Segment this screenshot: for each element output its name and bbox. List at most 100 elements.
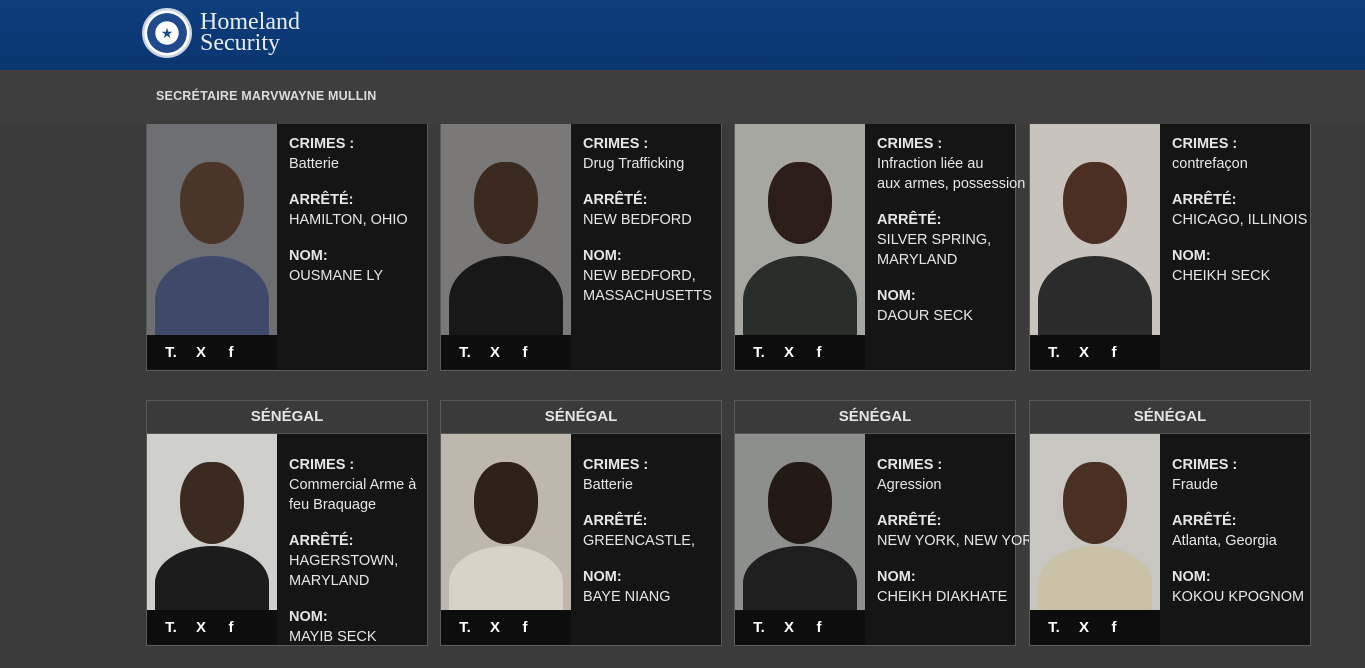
x-icon[interactable]: X (193, 344, 209, 361)
suspect-card: T. Xf CRIMES : Drug Trafficking ARRÊTÉ: NEW B… (440, 124, 722, 371)
arrested-value: CHICAGO, ILLINOIS (1172, 210, 1310, 230)
suspect-card: T. Xf CRIMES : Batterie ARRÊTÉ: HAMILTON, OHI… (146, 124, 428, 371)
suspect-card: SÉNÉGAL T. Xf CRIMES : Batterie ARRÊTÉ: GREENC… (440, 400, 722, 646)
x-icon[interactable]: X (487, 619, 503, 636)
suspect-info: CRIMES : Batterie ARRÊTÉ: GREENCASTLE, NOM: B… (583, 455, 721, 623)
crimes-label: CRIMES : (877, 457, 943, 473)
truth-social-icon[interactable]: T. (751, 619, 767, 636)
name-value-line: CHEIKH SECK (1172, 268, 1271, 284)
name-value: CHEIKH SECK (1172, 266, 1310, 286)
x-icon[interactable]: X (1076, 344, 1092, 361)
photo-torso (155, 546, 269, 610)
facebook-icon[interactable]: f (223, 619, 239, 636)
truth-social-icon[interactable]: T. (163, 619, 179, 636)
crimes-value: Commercial Arme à feu Braquage (289, 475, 427, 515)
logo-line2: Security (200, 30, 280, 56)
name-value: BAYE NIANG (583, 587, 721, 607)
homeland-security-logo[interactable]: ★ Homeland Security (142, 8, 300, 58)
arrested-value: NEW YORK, NEW YORK (877, 531, 1042, 551)
facebook-icon[interactable]: f (811, 344, 827, 361)
x-icon[interactable]: X (487, 344, 503, 361)
name-label: NOM: (289, 609, 328, 625)
crimes-value: Infraction liée au aux armes, possession (877, 154, 1025, 194)
share-bar: T. Xf (147, 335, 277, 369)
suspect-info: CRIMES : contrefaçon ARRÊTÉ: CHICAGO, ILLIN… (1172, 134, 1310, 302)
share-bar: T. Xf (441, 610, 571, 644)
truth-social-icon[interactable]: T. (163, 344, 179, 361)
photo-torso (449, 546, 563, 610)
facebook-icon[interactable]: f (1106, 619, 1122, 636)
facebook-icon[interactable]: f (1106, 344, 1122, 361)
crimes-value-line: feu Braquage (289, 497, 377, 513)
suspect-photo (441, 434, 571, 610)
suspect-card: SÉNÉGAL T. Xf CRIMES : Fraude ARRÊTÉ: Atlanta,… (1029, 400, 1311, 646)
arrested-value-line: CHICAGO, ILLINOIS (1172, 212, 1308, 228)
facebook-icon[interactable]: f (517, 344, 533, 361)
photo-head (768, 162, 832, 244)
crimes-label: CRIMES : (289, 457, 355, 473)
arrested-label: ARRÊTÉ: (289, 533, 354, 549)
photo-head (1063, 462, 1127, 544)
crimes-value-line: Drug Trafficking (583, 156, 685, 172)
truth-social-icon[interactable]: T. (457, 619, 473, 636)
name-value: MAYIB SECK (289, 627, 427, 647)
crimes-label: CRIMES : (583, 136, 649, 152)
truth-social-icon[interactable]: T. (457, 344, 473, 361)
name-value: CHEIKH DIAKHATE (877, 587, 1015, 607)
name-value-line: CHEIKH DIAKHATE (877, 589, 1008, 605)
photo-torso (1038, 546, 1152, 610)
crimes-value-line: contrefaçon (1172, 156, 1248, 172)
crimes-label: CRIMES : (289, 136, 355, 152)
photo-torso (743, 546, 857, 610)
x-icon[interactable]: X (781, 619, 797, 636)
photo-head (768, 462, 832, 544)
secretary-bar: SECRÉTAIRE MARVWAYNE MULLIN (0, 70, 1365, 124)
share-bar: T. Xf (735, 335, 865, 369)
facebook-icon[interactable]: f (811, 619, 827, 636)
share-bar: T. Xf (1030, 335, 1160, 369)
photo-torso (155, 256, 269, 335)
suspect-info: CRIMES : Agression ARRÊTÉ: NEW YORK, NEW YO… (877, 455, 1042, 623)
country-label: SÉNÉGAL (441, 401, 721, 434)
country-label: SÉNÉGAL (1030, 401, 1310, 434)
share-bar: T. Xf (441, 335, 571, 369)
name-value: KOKOU KPOGNOM (1172, 587, 1310, 607)
crimes-value: Fraude (1172, 475, 1310, 495)
suspect-info: CRIMES : Infraction liée au aux armes, pos… (877, 134, 1025, 342)
photo-head (474, 462, 538, 544)
site-header: ★ Homeland Security (0, 0, 1365, 70)
suspect-photo (147, 124, 277, 335)
dhs-seal-icon: ★ (142, 8, 192, 58)
name-value-line: NEW BEDFORD, (583, 268, 696, 284)
arrested-label: ARRÊTÉ: (583, 192, 648, 208)
arrested-value-line: HAGERSTOWN, (289, 553, 399, 569)
name-value: NEW BEDFORD, MASSACHUSETTS (583, 266, 721, 306)
crimes-label: CRIMES : (1172, 457, 1238, 473)
facebook-icon[interactable]: f (517, 619, 533, 636)
suspect-card: SÉNÉGAL T. Xf CRIMES : Agression ARRÊTÉ: NEW Y… (734, 400, 1042, 646)
truth-social-icon[interactable]: T. (1046, 344, 1062, 361)
x-icon[interactable]: X (1076, 619, 1092, 636)
arrested-label: ARRÊTÉ: (289, 192, 354, 208)
photo-torso (743, 256, 857, 335)
name-value-line: MAYIB SECK (289, 629, 377, 645)
arrested-value-line: NEW BEDFORD (583, 212, 692, 228)
arrested-value-line: MARYLAND (877, 252, 958, 268)
crimes-label: CRIMES : (1172, 136, 1238, 152)
suspect-info: CRIMES : Fraude ARRÊTÉ: Atlanta, Georgia NOM… (1172, 455, 1310, 623)
crimes-value-line: Commercial Arme à (289, 477, 417, 493)
suspect-photo (441, 124, 571, 335)
arrested-value-line: Atlanta, Georgia (1172, 533, 1277, 549)
arrested-value: SILVER SPRING, MARYLAND (877, 230, 1015, 270)
photo-head (1063, 162, 1127, 244)
facebook-icon[interactable]: f (223, 344, 239, 361)
crimes-value-line: Agression (877, 477, 942, 493)
truth-social-icon[interactable]: T. (751, 344, 767, 361)
x-icon[interactable]: X (193, 619, 209, 636)
truth-social-icon[interactable]: T. (1046, 619, 1062, 636)
x-icon[interactable]: X (781, 344, 797, 361)
secretary-name: SECRÉTAIRE MARVWAYNE MULLIN (156, 89, 377, 103)
arrested-label: ARRÊTÉ: (877, 212, 942, 228)
arrested-label: ARRÊTÉ: (1172, 192, 1237, 208)
suspect-info: CRIMES : Drug Trafficking ARRÊTÉ: NEW BEDFO… (583, 134, 721, 322)
